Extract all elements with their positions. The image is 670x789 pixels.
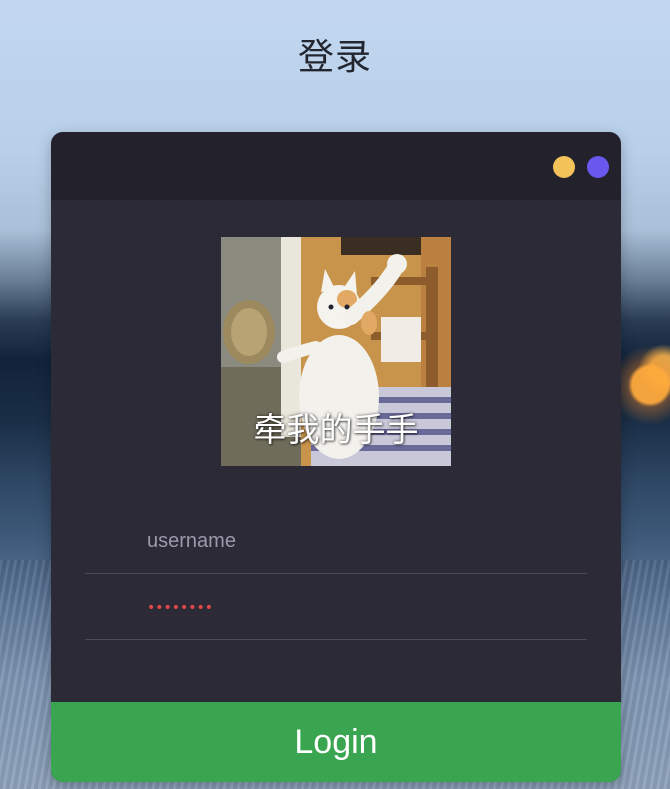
password-input[interactable]: •••••••• — [147, 601, 213, 615]
yellow-dot-icon[interactable] — [553, 156, 575, 178]
avatar-image: 牵我的手手 — [221, 237, 451, 466]
avatar-caption: 牵我的手手 — [253, 410, 419, 449]
password-field: •••••••• — [85, 579, 587, 640]
login-button[interactable]: Login — [51, 702, 621, 782]
login-card: 牵我的手手 •••••••• Login — [51, 132, 621, 782]
purple-dot-icon[interactable] — [587, 156, 609, 178]
card-header — [51, 132, 621, 200]
username-field — [85, 513, 587, 574]
page-title: 登录 — [297, 36, 372, 77]
username-input[interactable] — [147, 513, 567, 569]
